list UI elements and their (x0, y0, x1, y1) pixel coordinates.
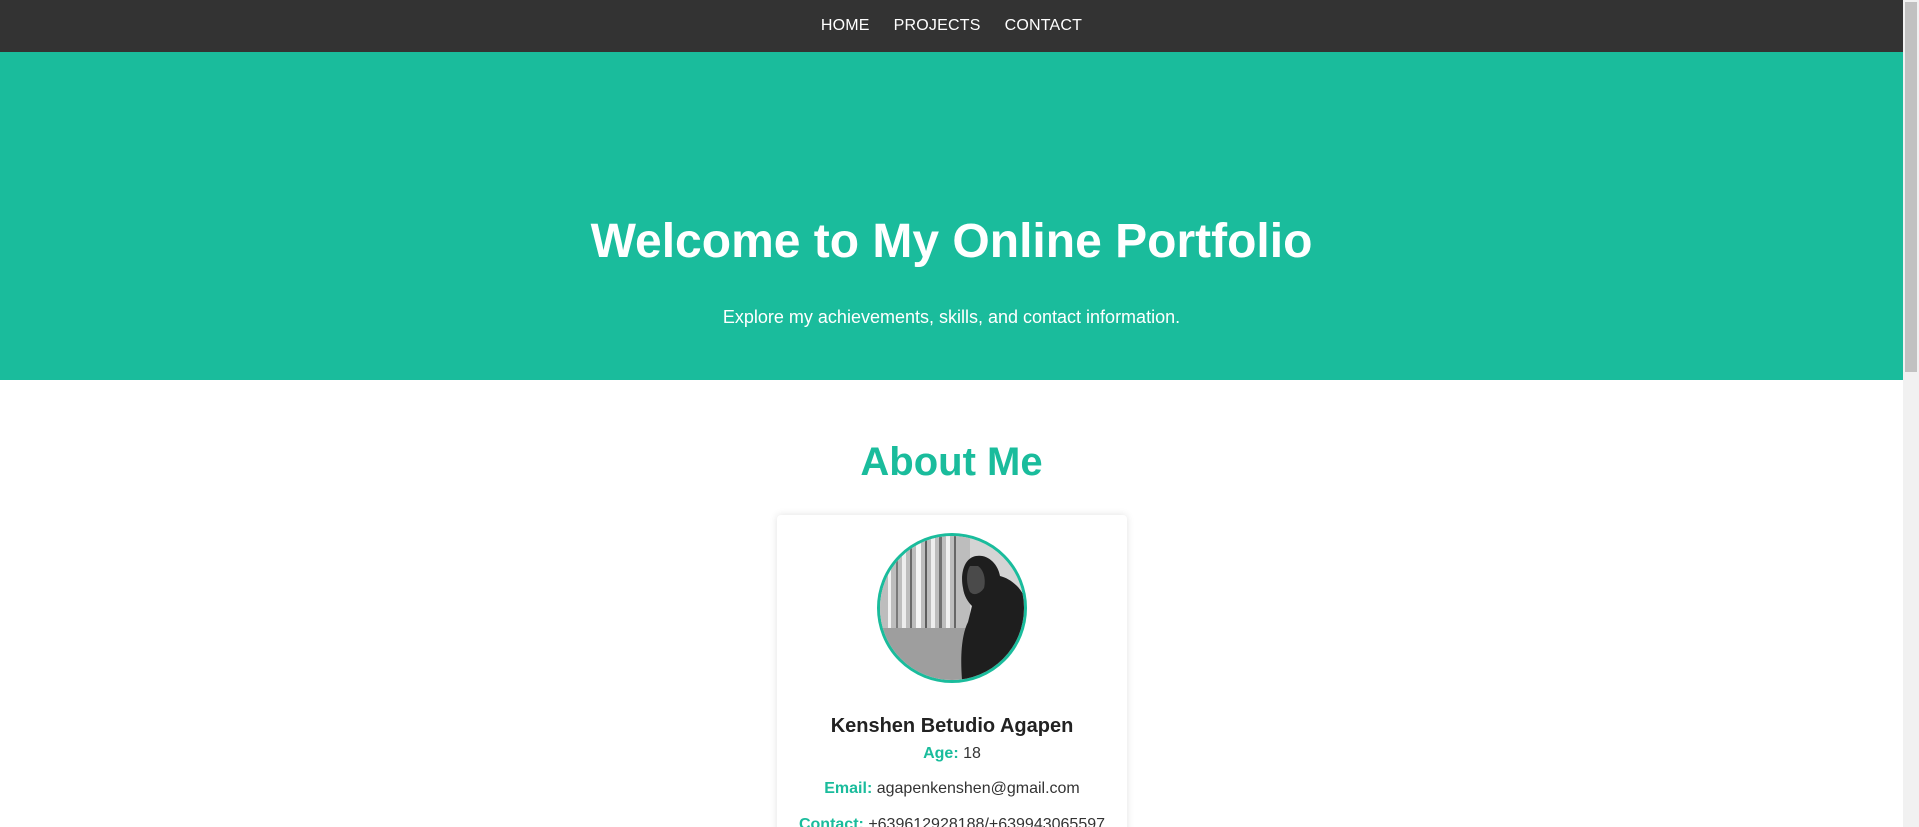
nav-contact-link[interactable]: CONTACT (1005, 17, 1083, 36)
about-heading: About Me (860, 440, 1043, 484)
hero-subtitle: Explore my achievements, skills, and con… (722, 307, 1181, 327)
hero-title: Welcome to My Online Portfolio (590, 215, 1313, 268)
profile-name: Kenshen Betudio Agapen (830, 715, 1074, 737)
profile-photo (880, 536, 1024, 680)
nav-home-link[interactable]: HOME (821, 17, 870, 36)
age-label: Age: (923, 745, 959, 762)
hero-banner: Welcome to My Online Portfolio Explore m… (0, 52, 1903, 380)
nav-projects-link[interactable]: PROJECTS (894, 17, 981, 36)
age-value: 18 (963, 745, 981, 762)
scrollbar-thumb[interactable] (1905, 2, 1917, 372)
top-navbar: HOME PROJECTS CONTACT (0, 0, 1903, 52)
profile-age: Age: 18 (777, 744, 1127, 764)
profile-card: Kenshen Betudio Agapen Age: 18 Email: ag… (777, 515, 1127, 827)
contact-value: +639612928188/+639943065597 (868, 816, 1106, 827)
profile-contact: Contact: +639612928188/+639943065597 (777, 815, 1127, 827)
profile-email: Email: agapenkenshen@gmail.com (777, 779, 1127, 799)
profile-avatar (877, 533, 1027, 683)
page-content: HOME PROJECTS CONTACT Welcome to My Onli… (0, 0, 1903, 827)
email-value: agapenkenshen@gmail.com (876, 780, 1080, 797)
email-label: Email: (824, 780, 873, 797)
contact-label: Contact: (798, 816, 864, 827)
vertical-scrollbar[interactable] (1903, 0, 1919, 827)
page: HOME PROJECTS CONTACT Welcome to My Onli… (0, 0, 1919, 827)
